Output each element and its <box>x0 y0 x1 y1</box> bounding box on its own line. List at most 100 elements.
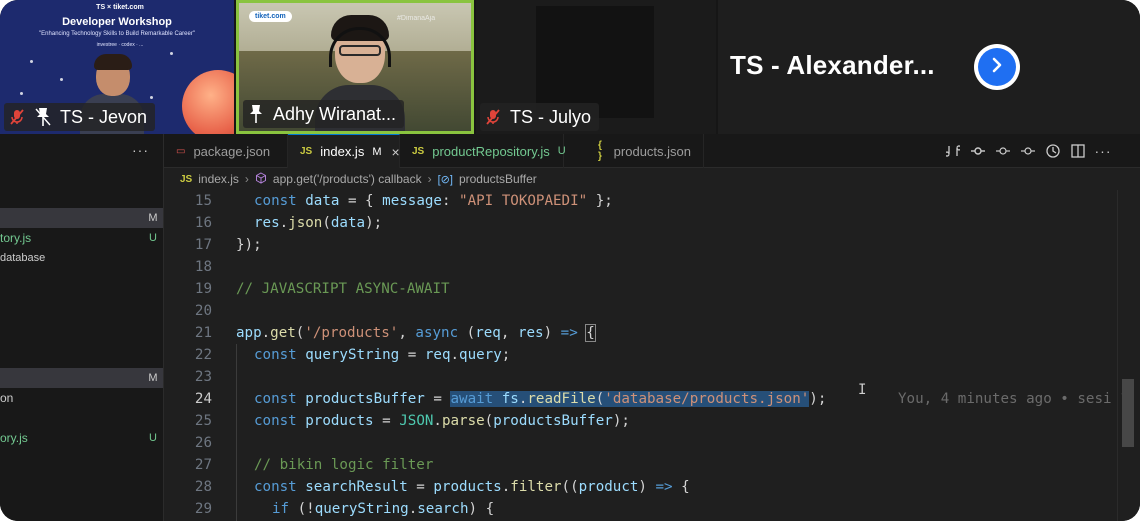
participant-name-tag: TS - Jevon <box>4 103 156 131</box>
breadcrumb-file[interactable]: index.js <box>198 172 239 186</box>
code-comment: // JAVASCRIPT ASYNC-AWAIT <box>236 281 450 297</box>
next-participants-button[interactable] <box>974 44 1020 90</box>
star-decoration <box>20 92 23 95</box>
editor-tabs: ▭ package.json JS index.js M × JS produc… <box>164 134 1140 168</box>
vscode-window: ··· M tory.js U database M on ory.js U ▭… <box>0 134 1140 521</box>
line-number: 24 <box>194 391 212 407</box>
line-number: 29 <box>194 501 212 517</box>
line-number: 19 <box>194 281 212 297</box>
git-status-badge: U <box>149 432 157 444</box>
line-number: 21 <box>194 325 212 341</box>
tab-label: productRepository.js <box>432 143 550 159</box>
participant-tile-alexander[interactable]: TS - Alexander... <box>718 0 1140 134</box>
code-text: const searchResult = products.filter((pr… <box>254 479 690 495</box>
code-line: 28 const searchResult = products.filter(… <box>164 476 1140 498</box>
code-text: const queryString = req.query; <box>254 347 511 363</box>
git-blame-annotation: You, 4 minutes ago • sesi 1 <box>898 391 1129 407</box>
javascript-file-icon: JS <box>180 173 193 185</box>
star-decoration <box>150 96 153 99</box>
line-number: 27 <box>194 457 212 473</box>
tab-package-json[interactable]: ▭ package.json <box>164 134 288 168</box>
variable-icon: [⊘] <box>437 173 453 186</box>
close-icon[interactable]: × <box>391 144 399 160</box>
mic-muted-icon <box>8 107 26 127</box>
code-line: 22 const queryString = req.query; <box>164 344 1140 366</box>
breadcrumb: JS index.js › app.get('/products') callb… <box>164 168 1140 190</box>
mic-muted-icon <box>484 107 502 127</box>
git-status-badge: M <box>148 372 158 384</box>
participant-tile-adhy[interactable]: tiket.com #DimanaAja Adhy Wiranat... <box>236 0 474 134</box>
previous-change-icon[interactable] <box>996 144 1010 158</box>
code-text: }); <box>236 237 262 253</box>
compare-changes-icon[interactable] <box>946 144 960 158</box>
slide-logos: TS × tiket.com <box>96 4 144 11</box>
line-number: 16 <box>194 215 212 231</box>
participant-tile-julyo[interactable]: TS - Julyo <box>476 0 716 134</box>
participant-name: TS - Julyo <box>510 106 592 127</box>
video-strip: TS × tiket.com Developer Workshop "Enhan… <box>0 0 1140 134</box>
timeline-icon[interactable] <box>1046 144 1060 158</box>
code-comment: // bikin logic filter <box>254 457 434 473</box>
breadcrumb-variable[interactable]: productsBuffer <box>459 172 537 186</box>
participant-name: TS - Jevon <box>60 106 148 127</box>
code-line: 18 <box>164 256 1140 278</box>
code-line: 25 const products = JSON.parse(productsB… <box>164 410 1140 432</box>
npm-icon: ▭ <box>176 145 186 157</box>
explorer-item[interactable]: tory.js U <box>0 228 163 248</box>
explorer-item[interactable]: M <box>0 368 163 388</box>
code-editor[interactable]: 15 const data = { message: "API TOKOPAED… <box>164 190 1140 521</box>
next-change-icon[interactable] <box>1021 144 1035 158</box>
explorer-item[interactable]: M <box>0 208 163 228</box>
explorer-item-label: database <box>0 252 46 264</box>
participant-name: Adhy Wiranat... <box>273 103 397 124</box>
git-status-badge: M <box>148 212 158 224</box>
text-cursor-icon: I <box>858 382 867 398</box>
code-line: 29 if (!queryString.search) { <box>164 498 1140 520</box>
split-editor-icon[interactable] <box>1071 144 1085 158</box>
cube-icon <box>255 171 267 187</box>
line-number: 26 <box>194 435 212 451</box>
code-text: const data = { message: "API TOKOPAEDI" … <box>254 193 613 209</box>
code-text: app.get('/products', async (req, res) =>… <box>236 324 596 342</box>
more-actions-icon[interactable]: ··· <box>1095 143 1111 159</box>
screen: TS × tiket.com Developer Workshop "Enhan… <box>0 0 1140 521</box>
code-text: const products = JSON.parse(productsBuff… <box>254 413 630 429</box>
line-number: 22 <box>194 347 212 363</box>
chevron-right-icon: › <box>427 172 432 186</box>
json-file-icon: { } <box>598 140 602 162</box>
tab-product-repository[interactable]: JS productRepository.js U <box>400 134 566 168</box>
code-line: 20 <box>164 300 1140 322</box>
explorer-item-label: tory.js <box>0 231 32 245</box>
line-number: 18 <box>194 259 212 275</box>
explorer-item[interactable]: ory.js U <box>0 428 163 448</box>
code-line: 16 res.json(data); <box>164 212 1140 234</box>
participant-tile-jevon[interactable]: TS × tiket.com Developer Workshop "Enhan… <box>0 0 234 134</box>
line-number: 15 <box>194 193 212 209</box>
git-commit-icon[interactable] <box>971 144 985 158</box>
modified-badge: M <box>372 145 382 158</box>
star-decoration <box>170 52 173 55</box>
git-status-badge: U <box>149 232 157 244</box>
planet-graphic <box>182 70 234 134</box>
tab-products-json[interactable]: { } products.json <box>586 134 704 168</box>
code-line: 15 const data = { message: "API TOKOPAED… <box>164 190 1140 212</box>
vertical-scrollbar[interactable] <box>1122 379 1134 447</box>
explorer-item[interactable]: database <box>0 248 163 268</box>
tab-index-js[interactable]: JS index.js M × <box>288 134 400 168</box>
participant-name: TS - Alexander... <box>730 50 935 80</box>
code-line: 19 // JAVASCRIPT ASYNC-AWAIT <box>164 278 1140 300</box>
more-actions-icon[interactable]: ··· <box>132 142 149 158</box>
chevron-right-icon <box>988 56 1006 79</box>
slide-partners: investree · codex · ... <box>96 42 144 48</box>
code-text: res.json(data); <box>254 215 383 231</box>
star-decoration <box>30 60 33 63</box>
breadcrumb-callback[interactable]: app.get('/products') callback <box>273 172 422 186</box>
pin-icon <box>34 107 52 127</box>
participant-name-tag: TS - Julyo <box>480 103 600 131</box>
participant-video-off <box>536 6 654 118</box>
line-number: 20 <box>194 303 212 319</box>
minimap-border <box>1117 190 1118 521</box>
explorer-item[interactable]: on <box>0 388 163 408</box>
line-number: 28 <box>194 479 212 495</box>
tab-label: index.js <box>320 144 365 159</box>
